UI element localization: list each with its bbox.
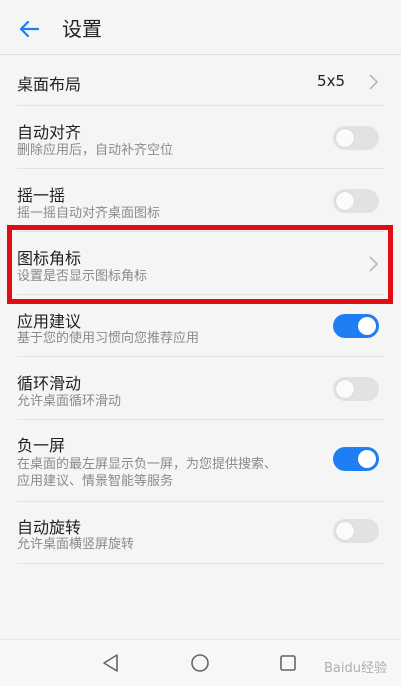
setting-value: 5x5: [317, 72, 345, 90]
watermark: Baidu经验: [324, 661, 387, 676]
auto-align-toggle[interactable]: [333, 126, 379, 150]
header-divider: [0, 54, 401, 55]
shake-toggle[interactable]: [333, 189, 379, 213]
circle-home-icon[interactable]: [186, 649, 214, 677]
arrow-left-icon: [19, 20, 40, 38]
setting-loop-scroll[interactable]: 循环滑动 允许桌面循环滑动: [0, 357, 401, 420]
system-nav-bar: Baidu经验: [0, 639, 401, 686]
setting-shake[interactable]: 摇一摇 摇一摇自动对齐桌面图标: [0, 169, 401, 232]
toggle-knob: [336, 522, 354, 540]
setting-label: 桌面布局: [17, 75, 82, 94]
setting-label: 循环滑动: [17, 374, 82, 393]
setting-description: 应用建议、情景智能等服务: [17, 474, 174, 489]
setting-label: 自动对齐: [17, 123, 82, 142]
setting-minus-one-screen[interactable]: 负一屏 在桌面的最左屏显示负一屏，为您提供搜索、 应用建议、情景智能等服务: [0, 420, 401, 502]
chevron-right-icon: [369, 74, 379, 90]
row-divider: [17, 294, 384, 295]
setting-description: 允许桌面循环滑动: [17, 394, 122, 409]
setting-description: 设置是否显示图标角标: [17, 269, 148, 284]
toggle-knob: [336, 129, 354, 147]
setting-icon-badge[interactable]: 图标角标 设置是否显示图标角标: [0, 232, 401, 295]
setting-desktop-layout[interactable]: 桌面布局 5x5: [0, 58, 401, 106]
app-header: 设置: [0, 0, 401, 54]
toggle-knob: [336, 192, 354, 210]
app-suggestions-toggle[interactable]: [333, 314, 379, 338]
toggle-knob: [358, 317, 376, 335]
page-title: 设置: [62, 17, 102, 41]
setting-auto-rotate[interactable]: 自动旋转 允许桌面横竖屏旋转: [0, 502, 401, 564]
loop-scroll-toggle[interactable]: [333, 377, 379, 401]
row-divider: [17, 563, 384, 564]
minus-one-screen-toggle[interactable]: [333, 447, 379, 471]
square-recent-icon[interactable]: [274, 649, 302, 677]
toggle-knob: [358, 450, 376, 468]
setting-description: 允许桌面横竖屏旋转: [17, 537, 135, 552]
setting-description: 删除应用后，自动补齐空位: [17, 143, 174, 158]
setting-description: 摇一摇自动对齐桌面图标: [17, 206, 161, 221]
setting-label: 摇一摇: [17, 186, 66, 205]
back-button[interactable]: [14, 14, 44, 44]
chevron-right-icon: [369, 256, 379, 272]
setting-app-suggestions[interactable]: 应用建议 基于您的使用习惯向您推荐应用: [0, 298, 401, 357]
setting-label: 负一屏: [17, 436, 66, 455]
toggle-knob: [336, 380, 354, 398]
setting-auto-align[interactable]: 自动对齐 删除应用后，自动补齐空位: [0, 106, 401, 169]
setting-description: 基于您的使用习惯向您推荐应用: [17, 331, 200, 346]
setting-label: 图标角标: [17, 249, 82, 268]
triangle-back-icon[interactable]: [97, 649, 125, 677]
auto-rotate-toggle[interactable]: [333, 519, 379, 543]
